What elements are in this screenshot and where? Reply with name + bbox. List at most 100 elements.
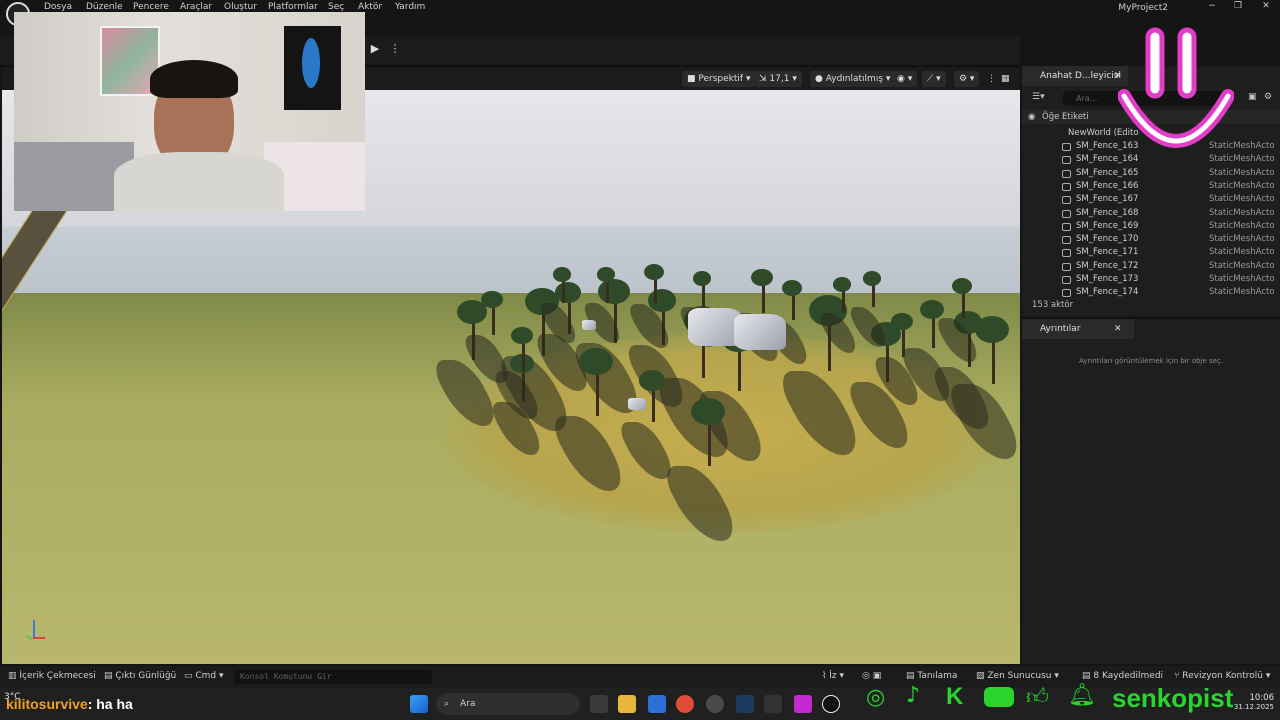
outliner-row[interactable]: SM_Fence_172 StaticMeshActo bbox=[1022, 260, 1280, 273]
outliner-row-type: StaticMeshActo bbox=[1209, 260, 1275, 271]
console-placeholder: Konsol Komutunu Gir bbox=[240, 672, 332, 681]
details-tab-title: Ayrıntılar bbox=[1040, 324, 1081, 334]
details-panel: Ayrıntılar ✕ Ayrıntıları görüntülemek iç… bbox=[1022, 318, 1280, 664]
tree-trunk bbox=[652, 386, 655, 423]
perspective-button[interactable]: ■ Perspektif ▾ bbox=[682, 71, 756, 87]
layout-grid-icon[interactable]: ▦ bbox=[996, 71, 1015, 87]
menu-edit[interactable]: Düzenle bbox=[86, 2, 123, 12]
menu-help[interactable]: Yardım bbox=[395, 2, 425, 12]
tree-crown bbox=[920, 299, 944, 319]
menu-actor[interactable]: Aktör bbox=[358, 2, 382, 12]
lighting-label: Aydınlatılmış bbox=[825, 74, 884, 84]
menu-build[interactable]: Oluştur bbox=[224, 2, 257, 12]
outliner-tab[interactable]: Anahat D...leyicisi ✕ bbox=[1022, 66, 1128, 86]
outliner-row-type: StaticMeshActo bbox=[1209, 287, 1275, 298]
taskbar-search[interactable]: ⌕ Ara bbox=[436, 693, 580, 715]
close-details-icon[interactable]: ✕ bbox=[1114, 319, 1122, 339]
output-log-label: Çıktı Günlüğü bbox=[115, 671, 177, 681]
content-drawer-button[interactable]: ▥ İçerik Çekmecesi bbox=[8, 671, 96, 681]
tree-trunk bbox=[762, 282, 765, 313]
app-icon[interactable] bbox=[794, 695, 812, 713]
tree-shadow bbox=[941, 383, 1020, 459]
tree-trunk bbox=[792, 292, 795, 320]
tree-trunk bbox=[738, 346, 741, 391]
snap-icon[interactable]: ⟋ ▾ bbox=[922, 71, 946, 87]
outliner-row[interactable]: SM_Fence_166 StaticMeshActo bbox=[1022, 180, 1280, 193]
windows-start-icon[interactable] bbox=[410, 695, 428, 713]
tree-crown bbox=[644, 264, 664, 280]
output-log-button[interactable]: ▤ Çıktı Günlüğü bbox=[104, 671, 176, 681]
tree-shadow bbox=[657, 465, 745, 541]
tree-shadow bbox=[545, 415, 633, 491]
close-window-button[interactable]: ✕ bbox=[1258, 1, 1274, 13]
static-mesh-icon bbox=[1062, 249, 1071, 258]
maximize-button[interactable]: ❐ bbox=[1230, 1, 1246, 13]
diagnostics-button[interactable]: ▤ Tanılama bbox=[906, 671, 957, 681]
play-icon[interactable]: ▶ bbox=[366, 42, 384, 58]
menu-select[interactable]: Seç bbox=[328, 2, 344, 12]
outliner-row-label: SM_Fence_165 bbox=[1076, 167, 1139, 178]
chat-username: kilitosurvive bbox=[6, 696, 88, 712]
task-view-icon[interactable] bbox=[590, 695, 608, 713]
outliner-row[interactable]: SM_Fence_170 StaticMeshActo bbox=[1022, 233, 1280, 246]
tree-crown bbox=[555, 282, 581, 304]
chat-text: : ha ha bbox=[87, 696, 133, 712]
menu-platforms[interactable]: Platformlar bbox=[268, 2, 318, 12]
fov-button[interactable]: ⇲ 17,1 ▾ bbox=[754, 71, 802, 87]
menu-tools[interactable]: Araçlar bbox=[180, 2, 212, 12]
column-item-label[interactable]: Öğe Etiketi bbox=[1042, 110, 1089, 124]
outliner-row[interactable]: SM_Fence_168 StaticMeshActo bbox=[1022, 207, 1280, 220]
tree-crown bbox=[863, 271, 881, 286]
outliner-row-label: SM_Fence_173 bbox=[1076, 274, 1139, 284]
outliner-row-type: StaticMeshActo bbox=[1209, 234, 1275, 245]
outliner-row-label: SM_Fence_167 bbox=[1076, 194, 1139, 205]
discord-icon[interactable] bbox=[706, 695, 724, 713]
cmd-dropdown[interactable]: ▭ Cmd ▾ bbox=[184, 671, 224, 681]
menu-window[interactable]: Pencere bbox=[133, 2, 169, 12]
details-tab[interactable]: Ayrıntılar ✕ bbox=[1022, 319, 1134, 339]
unreal-engine-icon[interactable] bbox=[822, 695, 840, 713]
trace-label: İz bbox=[829, 671, 837, 681]
record-icon[interactable]: ◎ ▣ bbox=[862, 671, 881, 681]
visibility-eye-icon[interactable]: ◉ bbox=[1028, 110, 1035, 124]
steam-icon[interactable] bbox=[736, 695, 754, 713]
outliner-row[interactable]: SM_Fence_173 StaticMeshActo bbox=[1022, 273, 1280, 286]
outliner-row[interactable]: SM_Fence_169 StaticMeshActo bbox=[1022, 220, 1280, 233]
store-icon[interactable] bbox=[648, 695, 666, 713]
outliner-row[interactable]: SM_Fence_165 StaticMeshActo bbox=[1022, 167, 1280, 180]
console-input[interactable]: Konsol Komutunu Gir bbox=[234, 670, 432, 684]
filter-icon[interactable]: ☰▾ bbox=[1032, 92, 1045, 102]
static-mesh-icon bbox=[1062, 276, 1071, 284]
chrome-icon[interactable] bbox=[676, 695, 694, 713]
menu-file[interactable]: Dosya bbox=[44, 2, 72, 12]
tree-crown bbox=[598, 278, 630, 305]
outliner-settings-icon[interactable]: ⚙ bbox=[1264, 92, 1272, 102]
static-mesh-icon bbox=[1062, 143, 1071, 151]
zen-server-button[interactable]: ▧ Zen Sunucusu ▾ bbox=[976, 671, 1059, 681]
tree-trunk bbox=[702, 282, 705, 308]
show-eye-icon[interactable]: ◉ ▾ bbox=[892, 71, 918, 87]
epic-games-icon[interactable] bbox=[764, 695, 782, 713]
tree-crown bbox=[693, 271, 711, 286]
revision-control-button[interactable]: ⑂ Revizyon Kontrolü ▾ bbox=[1174, 671, 1270, 681]
lighting-button[interactable]: ● Aydınlatılmış ▾ bbox=[810, 71, 896, 87]
static-mesh-icon bbox=[1062, 222, 1071, 231]
outliner-row[interactable]: SM_Fence_174 StaticMeshActo bbox=[1022, 286, 1280, 299]
tree-crown bbox=[511, 326, 533, 345]
static-mesh-icon bbox=[1062, 156, 1071, 165]
content-drawer-label: İçerik Çekmecesi bbox=[19, 671, 96, 681]
unsaved-button[interactable]: ▤ 8 Kaydedilmedi bbox=[1082, 671, 1163, 681]
minimize-button[interactable]: − bbox=[1204, 1, 1220, 13]
webcam-overlay bbox=[14, 12, 365, 211]
more-options-icon[interactable]: ⋮ bbox=[386, 42, 404, 58]
add-folder-icon[interactable]: ▣ bbox=[1248, 92, 1257, 102]
outliner-row[interactable]: SM_Fence_171 StaticMeshActo bbox=[1022, 246, 1280, 259]
tree-crown bbox=[833, 277, 851, 292]
kick-icon: K bbox=[946, 683, 964, 710]
file-explorer-icon[interactable] bbox=[618, 695, 636, 713]
social-handle: senkopist bbox=[1112, 683, 1234, 713]
search-placeholder: Ara... bbox=[1076, 94, 1098, 103]
trace-button[interactable]: ⌇ İz ▾ bbox=[822, 671, 844, 681]
settings-gear-icon[interactable]: ⚙ ▾ bbox=[954, 71, 980, 87]
outliner-row[interactable]: SM_Fence_167 StaticMeshActo bbox=[1022, 193, 1280, 206]
